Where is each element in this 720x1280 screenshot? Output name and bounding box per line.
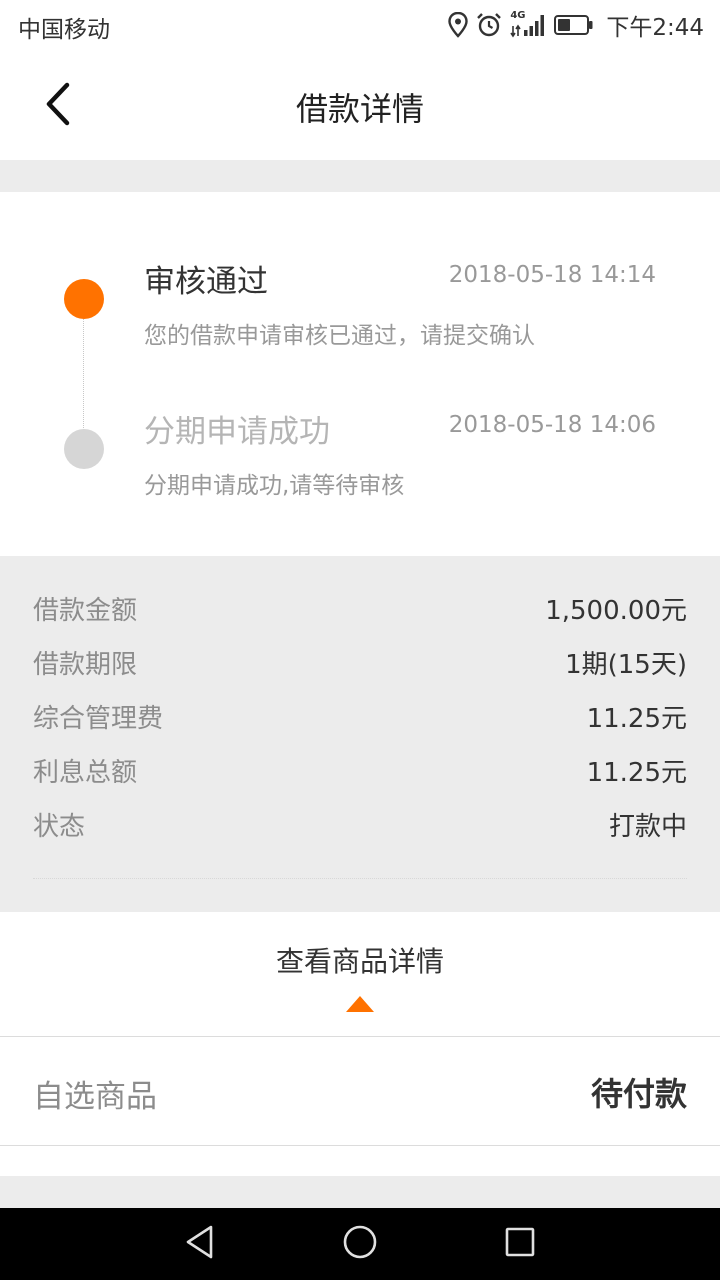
status-icons: 4G 下午2:44	[448, 8, 704, 42]
clock-time: 下午2:44	[606, 15, 704, 41]
product-status: 待付款	[590, 1075, 687, 1113]
info-label: 借款期限	[33, 649, 138, 680]
info-value: 11.25元	[586, 703, 687, 734]
spacer	[0, 1146, 720, 1176]
timeline-step-time: 2018-05-18 14:14	[448, 262, 656, 288]
status-bar: 中国移动 4G 下午2:44	[0, 0, 720, 50]
product-item[interactable]: 自选商品 待付款	[0, 1036, 720, 1146]
navigation-bar: 借款详情	[0, 50, 720, 160]
info-label: 利息总额	[33, 757, 138, 788]
loan-info-panel: 借款金额 1,500.00元 借款期限 1期(15天) 综合管理费 11.25元…	[0, 556, 720, 912]
signal-icon: 4G	[510, 10, 546, 38]
square-recent-icon	[504, 1226, 536, 1262]
timeline-step-desc: 您的借款申请审核已通过，请提交确认	[144, 323, 535, 349]
info-label: 状态	[33, 811, 86, 842]
section-divider	[0, 1176, 720, 1208]
product-name: 自选商品	[33, 1079, 157, 1115]
battery-icon	[554, 14, 594, 36]
progress-timeline: 审核通过 2018-05-18 14:14 您的借款申请审核已通过，请提交确认 …	[0, 192, 720, 556]
info-value: 1期(15天)	[565, 649, 687, 680]
view-goods-details-button[interactable]: 查看商品详情	[0, 912, 720, 1036]
timeline-connector	[83, 302, 84, 442]
interest-total-row: 利息总额 11.25元	[33, 750, 687, 790]
network-type: 4G	[510, 10, 526, 21]
status-value: 打款中	[608, 811, 687, 842]
info-label: 综合管理费	[33, 703, 164, 734]
timeline-step-title: 审核通过	[144, 264, 268, 300]
triangle-up-icon	[346, 996, 374, 1012]
section-divider	[0, 160, 720, 192]
goods-toggle-label: 查看商品详情	[275, 945, 444, 978]
triangle-back-icon	[184, 1224, 216, 1264]
status-row: 状态 打款中	[33, 804, 687, 844]
timeline-dot-inactive	[64, 429, 104, 469]
system-navigation-bar	[0, 1208, 720, 1280]
carrier-name: 中国移动	[18, 17, 110, 43]
management-fee-row: 综合管理费 11.25元	[33, 696, 687, 736]
timeline-step-time: 2018-05-18 14:06	[448, 412, 656, 438]
system-recent-button[interactable]	[498, 1222, 542, 1266]
info-value: 1,500.00元	[545, 595, 687, 626]
page-title: 借款详情	[295, 90, 424, 128]
timeline-dot-active	[64, 279, 104, 319]
circle-home-icon	[342, 1224, 378, 1264]
system-back-button[interactable]	[178, 1222, 222, 1266]
info-label: 借款金额	[33, 595, 138, 626]
alarm-clock-icon	[476, 12, 502, 38]
location-pin-icon	[448, 12, 469, 38]
timeline-step-desc: 分期申请成功,请等待审核	[144, 473, 405, 499]
loan-term-row: 借款期限 1期(15天)	[33, 642, 687, 682]
timeline-step-title: 分期申请成功	[144, 414, 330, 450]
system-home-button[interactable]	[338, 1222, 382, 1266]
dotted-divider	[33, 878, 687, 879]
info-value: 11.25元	[586, 757, 687, 788]
loan-amount-row: 借款金额 1,500.00元	[33, 588, 687, 628]
